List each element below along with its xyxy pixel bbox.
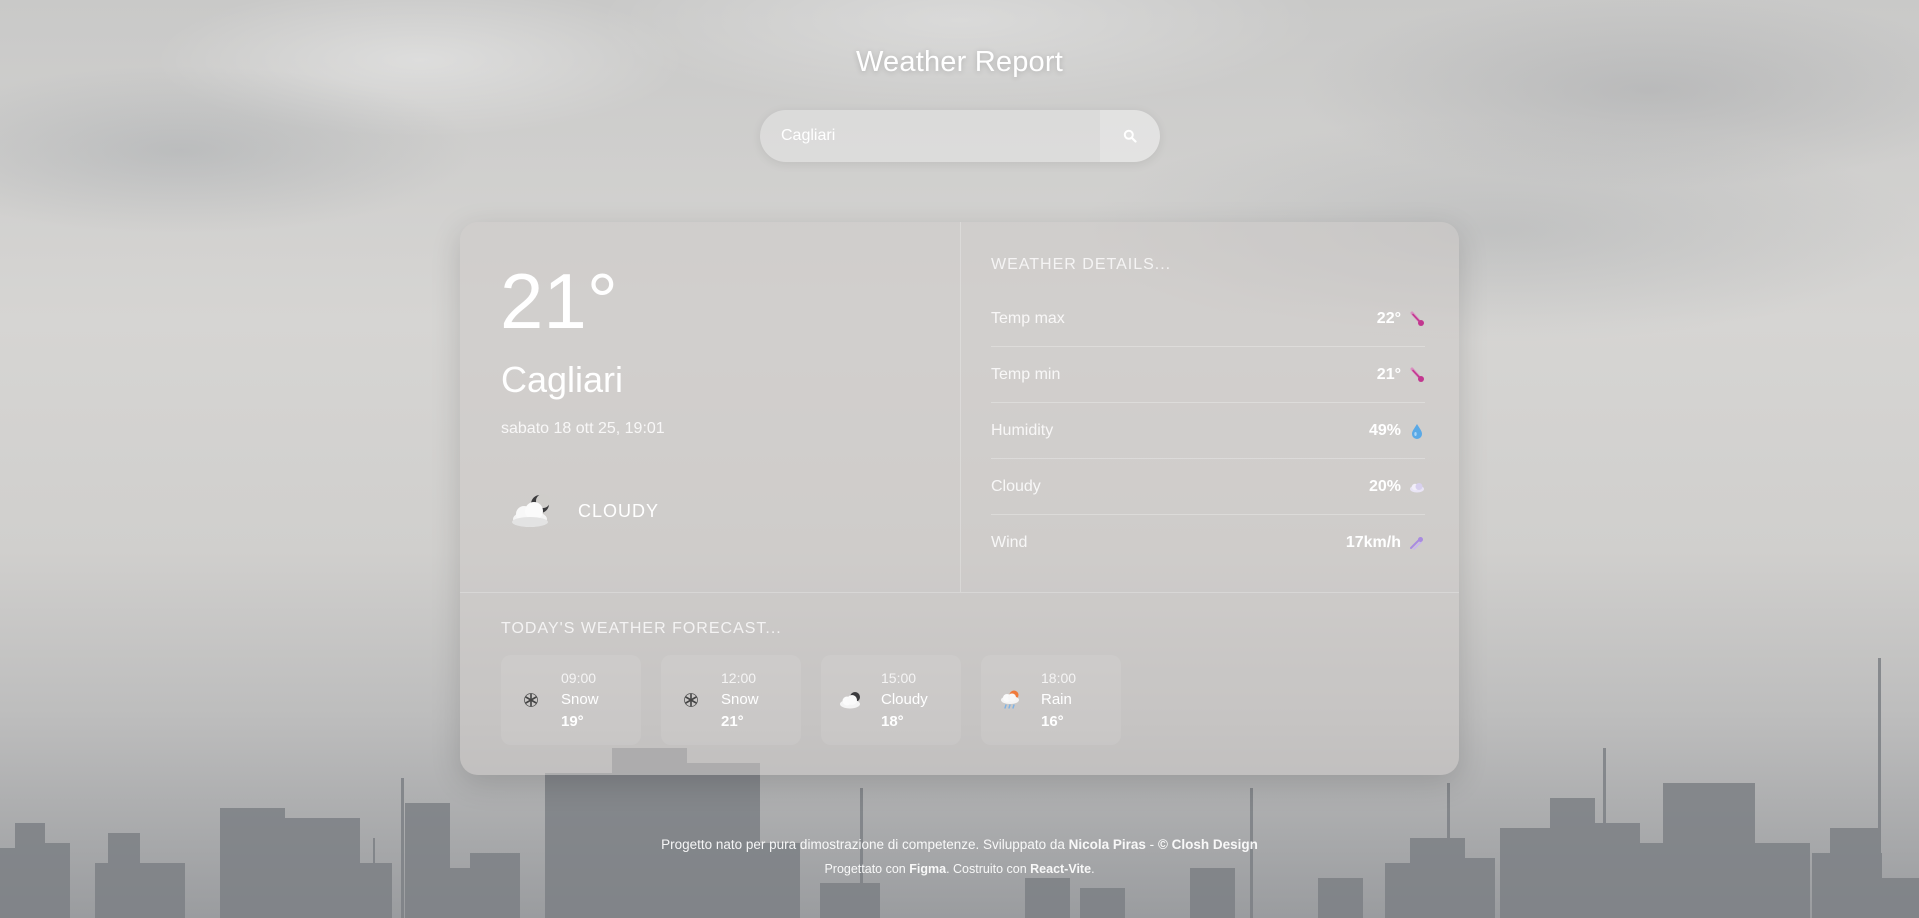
rain-cloud-icon: [1001, 690, 1019, 709]
footer-tech: Progettato con Figma. Costruito con Reac…: [0, 862, 1919, 876]
forecast-time: 15:00: [881, 670, 917, 686]
footer-text: Progettato con: [824, 862, 906, 876]
forecast-item: 15:00 Cloudy 18°: [821, 655, 961, 745]
page-title: Weather Report: [856, 46, 1063, 78]
detail-row-temp-min: Temp min 21°: [991, 347, 1425, 403]
footer-text: Progetto nato per pura dimostrazione di …: [661, 837, 1065, 852]
search-button[interactable]: [1100, 110, 1160, 162]
forecast-condition: Cloudy: [881, 691, 928, 708]
forecast-condition: Snow: [561, 691, 599, 708]
detail-value: 49%: [1368, 421, 1401, 439]
city-name: Cagliari: [501, 359, 624, 400]
detail-label: Cloudy: [991, 477, 1041, 495]
condition-label: CLOUDY: [578, 500, 660, 521]
forecast-heading: TODAY'S WEATHER FORECAST...: [501, 620, 782, 637]
figma-link[interactable]: Figma: [909, 862, 946, 876]
forecast-temp: 16°: [1041, 713, 1064, 730]
footer-separator: -: [1149, 837, 1155, 852]
detail-label: Humidity: [991, 421, 1054, 439]
detail-value: 21°: [1376, 365, 1401, 383]
forecast-time: 18:00: [1041, 670, 1077, 686]
search-icon: [1123, 129, 1137, 143]
forecast-item: 09:00 Snow 19°: [501, 655, 641, 745]
author-link[interactable]: Nicola Piras: [1069, 837, 1146, 852]
forecast-condition: Rain: [1041, 691, 1072, 708]
detail-label: Wind: [991, 533, 1028, 551]
droplet-icon: [1412, 423, 1422, 439]
details-heading: WEATHER DETAILS...: [991, 256, 1172, 273]
react-vite-link[interactable]: React-Vite: [1030, 862, 1091, 876]
forecast-temp: 21°: [721, 713, 744, 730]
cloudy-night-icon: [512, 494, 550, 527]
thermometer-icon: [1410, 367, 1424, 382]
forecast-item: 18:00 Rain 16°: [981, 655, 1121, 745]
detail-value: 22°: [1376, 309, 1401, 327]
thermometer-icon: [1410, 311, 1424, 326]
detail-row-wind: Wind 17km/h: [991, 515, 1425, 570]
detail-row-humidity: Humidity 49%: [991, 403, 1425, 459]
forecast-time: 09:00: [561, 670, 597, 686]
forecast-temp: 19°: [561, 713, 584, 730]
current-condition: CLOUDY: [508, 492, 659, 530]
weather-card: 21° Cagliari sabato 18 ott 25, 19:01 CLO…: [460, 222, 1459, 775]
footer-text: .: [1091, 862, 1095, 876]
studio-link[interactable]: © Closh Design: [1158, 837, 1258, 852]
detail-row-cloudy: Cloudy 20%: [991, 459, 1425, 515]
forecast-item: 12:00 Snow 21°: [661, 655, 801, 745]
horizontal-divider: [460, 592, 1459, 593]
forecast-list: 09:00 Snow 19° 12:00 Snow 21° 15:00 Clou…: [501, 655, 1121, 745]
snowflake-icon: [524, 693, 538, 707]
footer-text: . Costruito con: [946, 862, 1027, 876]
current-datetime: sabato 18 ott 25, 19:01: [501, 420, 665, 437]
detail-value: 20%: [1368, 477, 1401, 495]
current-temperature: 21°: [500, 257, 618, 345]
search-input[interactable]: [760, 110, 1100, 162]
wind-icon: [1410, 536, 1423, 550]
weather-details-panel: WEATHER DETAILS... Temp max 22° Temp min…: [991, 256, 1425, 570]
current-weather-panel: 21° Cagliari sabato 18 ott 25, 19:01 CLO…: [460, 222, 960, 592]
forecast-temp: 18°: [881, 713, 904, 730]
forecast-time: 12:00: [721, 670, 757, 686]
forecast-condition: Snow: [721, 691, 759, 708]
search-bar: [760, 110, 1160, 162]
detail-label: Temp max: [991, 309, 1065, 327]
cloud-icon: [1410, 482, 1424, 492]
details-list: Temp max 22° Temp min 21° Humidity 49% C…: [991, 291, 1425, 570]
snowflake-icon: [684, 693, 698, 707]
footer-credits: Progetto nato per pura dimostrazione di …: [0, 837, 1919, 852]
cloud-icon: [840, 692, 860, 709]
detail-value: 17km/h: [1345, 533, 1401, 551]
detail-label: Temp min: [991, 365, 1061, 383]
vertical-divider: [960, 222, 961, 592]
detail-row-temp-max: Temp max 22°: [991, 291, 1425, 347]
